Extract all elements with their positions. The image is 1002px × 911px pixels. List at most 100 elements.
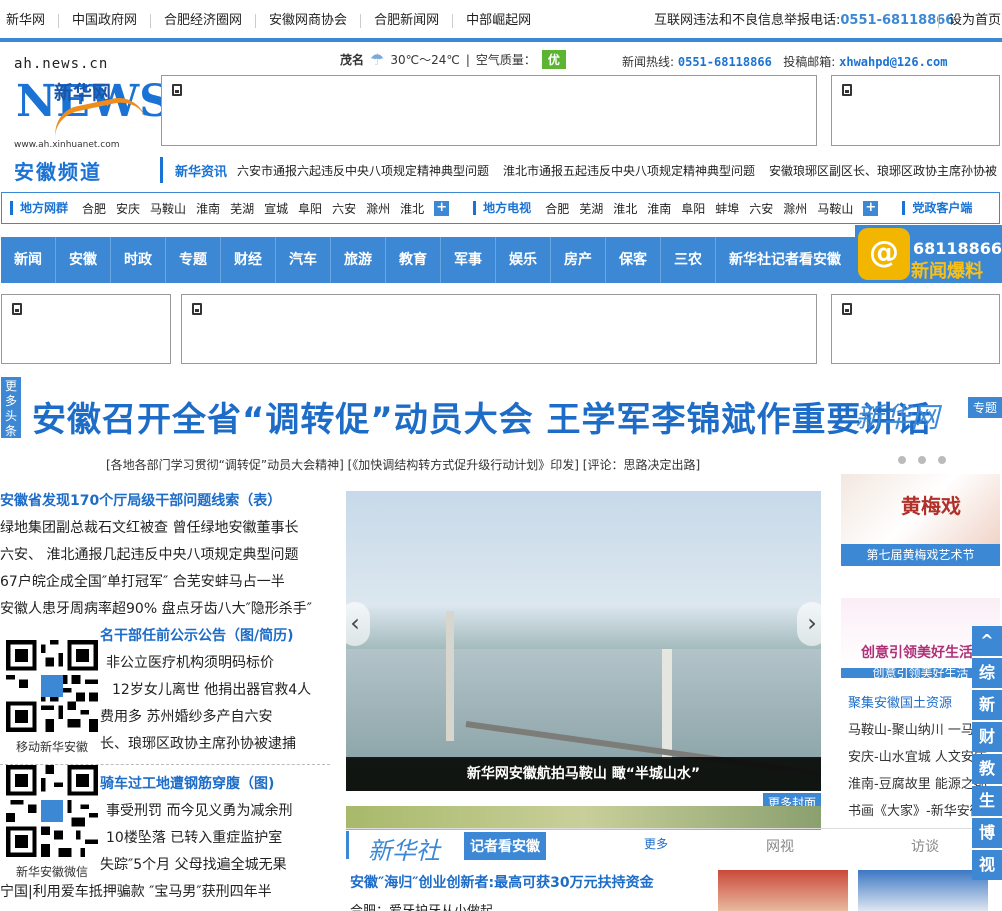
nav-politics[interactable]: 时政	[111, 237, 166, 283]
news-item[interactable]: 安徽人患牙周病率超90% 盘点牙齿八大″隐形杀手″	[0, 596, 330, 623]
region-web-city[interactable]: 合肥	[82, 200, 106, 217]
news-item[interactable]: 绿地集团副总裁石文红被查 曾任绿地安徽董事长	[0, 515, 330, 542]
flash-placeholder-icon	[192, 303, 202, 315]
region-tv-city[interactable]: 六安	[749, 200, 773, 217]
nav-baoke[interactable]: 保客	[606, 237, 661, 283]
reporter-thumbnail[interactable]	[858, 870, 988, 911]
ad-banner-right[interactable]	[831, 294, 1000, 364]
more-headlines-button[interactable]: 更多头条	[1, 377, 21, 438]
nav-news[interactable]: 新闻	[1, 237, 56, 283]
mail-label: 投稿邮箱:	[783, 55, 836, 69]
top-link-xinhua[interactable]: 新华网	[6, 14, 58, 28]
top-link-business-assoc[interactable]: 安徽网商协会	[255, 14, 360, 28]
reporter-news-item[interactable]: 合肥：爱牙护牙从小做起	[350, 900, 493, 911]
ticker-item[interactable]: 淮北市通报五起违反中央八项规定精神典型问题	[503, 162, 755, 179]
back-to-top-button[interactable]: ^	[972, 626, 1002, 656]
reporter-more-link[interactable]: 更多	[644, 835, 668, 852]
news-item[interactable]: 67户皖企成全国″单打冠军″ 合芜安蚌马占一半	[0, 569, 330, 596]
nav-entertainment[interactable]: 娱乐	[496, 237, 551, 283]
ad-banner-header-side[interactable]	[831, 75, 1000, 146]
region-tv-city[interactable]: 芜湖	[579, 200, 603, 217]
news-tip-banner[interactable]: @ 68118866 新闻爆料	[855, 225, 1002, 283]
region-web-city[interactable]: 马鞍山	[150, 200, 186, 217]
nav-education[interactable]: 教育	[386, 237, 441, 283]
region-tv-city[interactable]: 阜阳	[681, 200, 705, 217]
region-web-city[interactable]: 淮北	[400, 200, 424, 217]
report-label: 互联网违法和不良信息举报电话:	[654, 13, 841, 28]
nav-finance[interactable]: 财经	[221, 237, 276, 283]
news-heading[interactable]: 安徽省发现170个厅局级干部问题线索（表）	[0, 488, 330, 515]
logo-url: www.ah.xinhuanet.com	[14, 140, 120, 150]
top-link-hefei-circle[interactable]: 合肥经济圈网	[150, 14, 255, 28]
ad-banner-center[interactable]	[181, 294, 817, 364]
region-web-city[interactable]: 阜阳	[298, 200, 322, 217]
region-web-city[interactable]: 芜湖	[230, 200, 254, 217]
news-item[interactable]: 宁国|利用爱车抵押骗款 ″宝马男″获刑四年半	[0, 879, 330, 906]
nav-agriculture[interactable]: 三农	[661, 237, 716, 283]
umbrella-icon: ☂	[370, 50, 385, 69]
party-client-link[interactable]: 党政客户端	[902, 201, 972, 215]
headline-title[interactable]: 安徽召开全省“调转促”动员大会 王学军李锦斌作重要讲话	[32, 392, 932, 441]
site-logo[interactable]: ah.news.cn NEWS 新华网 www.ah.xinhuanet.com…	[14, 56, 171, 184]
region-web-city[interactable]: 滁州	[366, 200, 390, 217]
qr-mobile-caption: 移动新华安徽	[15, 740, 88, 754]
side-nav-life[interactable]: 生	[972, 786, 1002, 816]
expand-tv-plus-icon[interactable]: +	[863, 200, 879, 216]
region-tv-city[interactable]: 合肥	[545, 200, 569, 217]
carousel-dot[interactable]	[918, 456, 926, 464]
slide-prev-arrow-icon[interactable]: ‹	[346, 602, 370, 646]
reporter-thumbnail[interactable]	[718, 870, 848, 911]
news-item[interactable]: 六安、 淮北通报几起违反中央八项规定典型问题	[0, 542, 330, 569]
carousel-dot[interactable]	[898, 456, 906, 464]
nav-reporters[interactable]: 新华社记者看安徽	[716, 237, 854, 283]
mail-address[interactable]: xhwahpd@126.com	[839, 55, 947, 69]
reporter-news-headline[interactable]: 安徽″海归″创业创新者:最高可获30万元扶持资金	[350, 872, 654, 892]
tip-number: 68118866	[913, 239, 1002, 258]
headline-sublinks[interactable]: [各地各部门学习贯彻“调转促”动员大会精神] [《加快调结构转方式促升级行动计划…	[106, 456, 700, 473]
secondary-photo-strip[interactable]	[346, 806, 821, 830]
region-tv-city[interactable]: 滁州	[783, 200, 807, 217]
nav-topics[interactable]: 专题	[166, 237, 221, 283]
qr-wechat-box[interactable]: 新华安徽微信	[6, 765, 98, 880]
slide-next-arrow-icon[interactable]: ›	[797, 602, 821, 646]
ad-banner-left[interactable]	[1, 294, 171, 364]
tab-interviews[interactable]: 访谈	[911, 836, 939, 856]
ad-banner-header-main[interactable]	[161, 75, 817, 146]
region-web-city[interactable]: 淮南	[196, 200, 220, 217]
top-link-gov[interactable]: 中国政府网	[58, 14, 150, 28]
region-web-city[interactable]: 宣城	[264, 200, 288, 217]
region-tv-city[interactable]: 淮北	[613, 200, 637, 217]
weather-widget: 茂名 ☂ 30℃～24℃ | 空气质量： 优	[340, 50, 566, 69]
side-nav-video[interactable]: 视	[972, 850, 1002, 880]
nav-realestate[interactable]: 房产	[551, 237, 606, 283]
region-tv-city[interactable]: 马鞍山	[817, 200, 853, 217]
expand-web-plus-icon[interactable]: +	[434, 200, 450, 216]
side-nav-blog[interactable]: 博	[972, 818, 1002, 848]
side-nav-finance[interactable]: 财	[972, 722, 1002, 752]
side-nav-education[interactable]: 教	[972, 754, 1002, 784]
top-link-hefei-news[interactable]: 合肥新闻网	[360, 14, 452, 28]
tab-web-video[interactable]: 网视	[766, 836, 794, 856]
region-web-city[interactable]: 安庆	[116, 200, 140, 217]
nav-travel[interactable]: 旅游	[331, 237, 386, 283]
side-nav-general[interactable]: 综	[972, 658, 1002, 688]
region-tv-city[interactable]: 淮南	[647, 200, 671, 217]
tab-reporters-view-anhui[interactable]: 记者看安徽	[464, 832, 546, 860]
region-web-city[interactable]: 六安	[332, 200, 356, 217]
photo-slideshow[interactable]: ‹ › 新华网安徽航拍马鞍山 瞰“半城山水”	[346, 491, 821, 791]
top-link-central-rise[interactable]: 中部崛起网	[452, 14, 544, 28]
nav-auto[interactable]: 汽车	[276, 237, 331, 283]
top-bar: 新华网 中国政府网 合肥经济圈网 安徽网商协会 合肥新闻网 中部崛起网 互联网违…	[0, 0, 1002, 42]
festival-card[interactable]: 黄梅戏 第七届黄梅戏艺术节	[841, 474, 1000, 566]
region-tv-city[interactable]: 蚌埠	[715, 200, 739, 217]
slide-caption[interactable]: 新华网安徽航拍马鞍山 瞰“半城山水”	[346, 757, 821, 791]
set-home-link[interactable]: 设为首页	[938, 14, 1001, 28]
side-nav-news[interactable]: 新	[972, 690, 1002, 720]
qr-mobile-box[interactable]: 移动新华安徽	[6, 640, 98, 755]
nav-anhui[interactable]: 安徽	[56, 237, 111, 283]
carousel-dot[interactable]	[938, 456, 946, 464]
topic-button[interactable]: 专题	[968, 397, 1002, 418]
nav-military[interactable]: 军事	[441, 237, 496, 283]
ticker-item[interactable]: 六安市通报六起违反中央八项规定精神典型问题	[237, 162, 489, 179]
ticker-item[interactable]: 安徽琅琊区副区长、琅琊区政协主席孙协被	[769, 162, 997, 179]
